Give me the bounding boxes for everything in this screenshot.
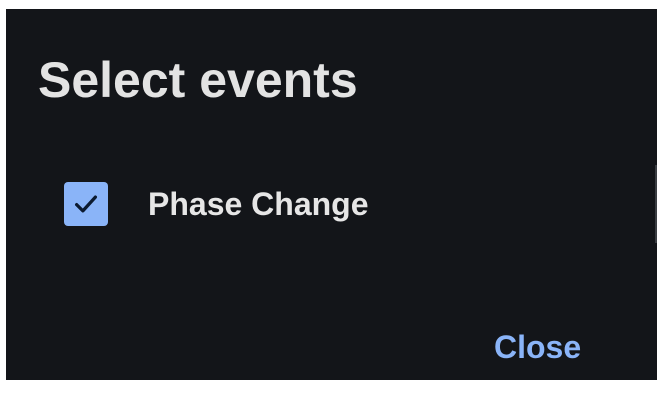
close-button[interactable]: Close <box>484 323 591 371</box>
check-icon <box>75 195 97 213</box>
event-option-phase-change[interactable]: Phase Change <box>64 181 369 227</box>
event-checkbox[interactable] <box>64 182 108 226</box>
dialog-title: Select events <box>38 52 358 108</box>
event-label: Phase Change <box>148 186 369 222</box>
select-events-dialog: Select events Phase Change Close <box>6 9 657 380</box>
